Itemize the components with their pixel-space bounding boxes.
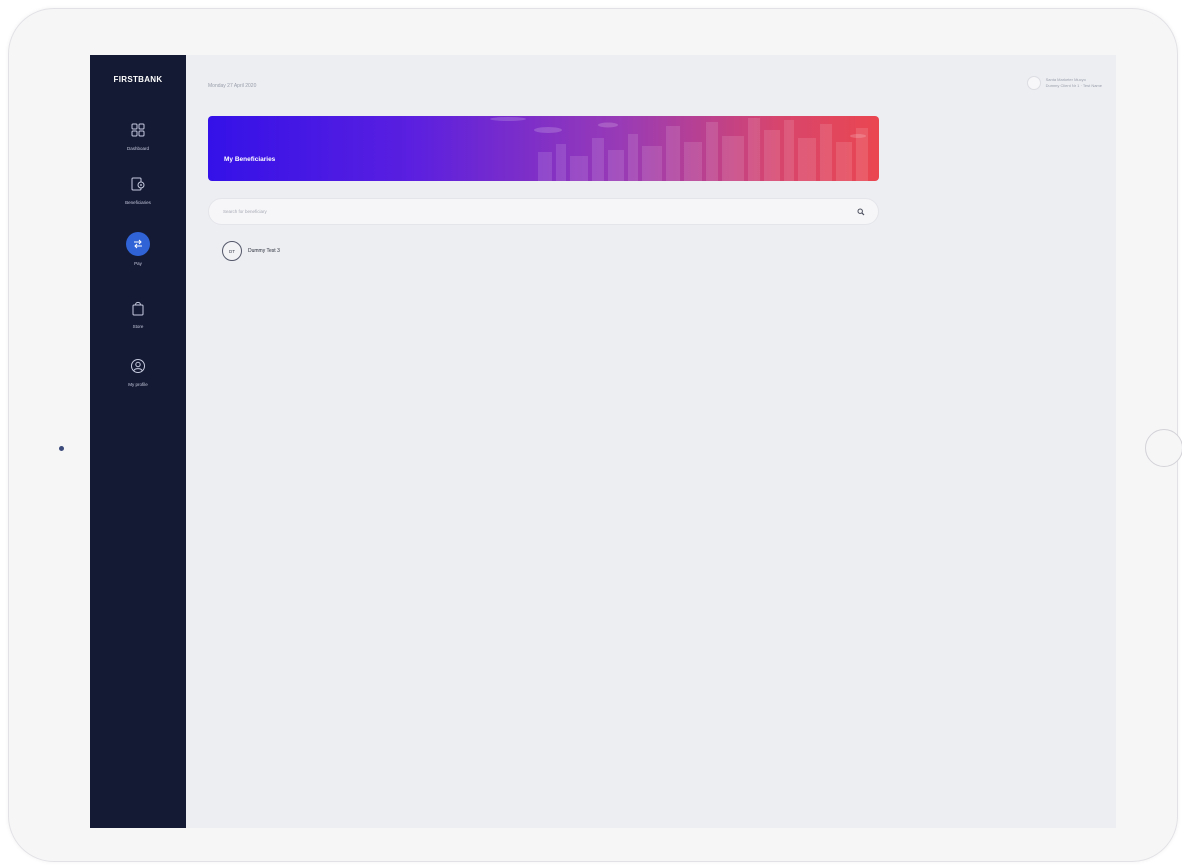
search-icon[interactable] [856,207,866,217]
home-button[interactable] [1145,429,1182,467]
sidebar-item-store[interactable]: Store [90,297,186,329]
sidebar-item-label: Pay [134,261,142,266]
sidebar-item-beneficiaries[interactable]: Beneficiaries [90,173,186,205]
avatar [1026,76,1041,90]
search-input[interactable] [209,208,856,215]
page-banner: My Beneficiaries [208,116,879,181]
user-account: Dummy Client Nr 1 · Test Name [1045,83,1102,88]
search-bar [208,198,879,225]
sidebar-item-dashboard[interactable]: Dashboard [90,119,186,151]
sidebar: FIRSTBANK Dashboard Beneficiaries Pay St… [90,55,186,828]
sidebar-item-my-profile[interactable]: My profile [90,355,186,387]
dashboard-grid-icon [127,119,149,141]
current-date: Monday 27 April 2020 [208,83,257,89]
sidebar-item-label: Beneficiaries [125,200,151,205]
user-menu[interactable]: Santa Marketer Mucyo Dummy Client Nr 1 ·… [1026,76,1102,90]
city-skyline-illustration [490,117,868,181]
page-title: My Beneficiaries [224,156,276,163]
beneficiary-list-item[interactable]: DT Dummy Test 3 [222,241,280,261]
beneficiary-initials: DT [229,248,235,254]
shopping-bag-icon [127,297,149,319]
bank-logo: FIRSTBANK [113,75,163,84]
camera-dot [59,446,64,451]
sidebar-item-label: Dashboard [126,146,149,151]
sidebar-item-label: My profile [128,382,148,387]
avatar: DT [222,241,242,261]
sidebar-item-label: Store [132,324,144,329]
app-screen: FIRSTBANK Dashboard Beneficiaries Pay St… [90,55,1116,828]
transfer-arrows-icon [126,232,150,256]
main-content: Monday 27 April 2020 Santa Marketer Mucy… [186,55,1116,828]
profile-user-icon [127,355,149,377]
sidebar-item-pay[interactable]: Pay [90,232,186,266]
beneficiaries-card-icon [127,173,149,195]
beneficiary-name: Dummy Test 3 [248,248,280,254]
